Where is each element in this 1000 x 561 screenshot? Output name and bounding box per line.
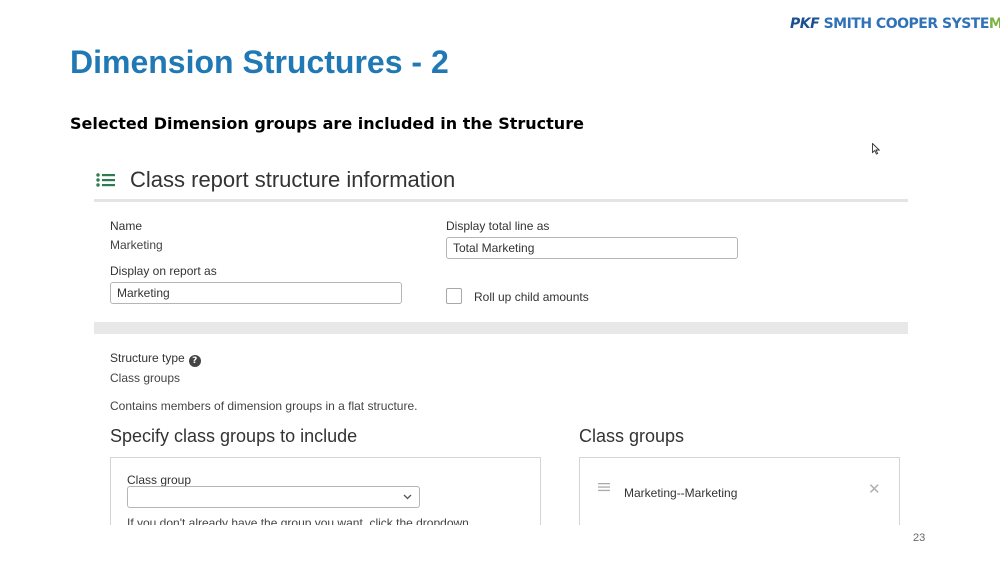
panel-header: Class report structure information xyxy=(96,166,455,194)
panel-title: Class report structure information xyxy=(130,167,456,192)
class-groups-heading: Class groups xyxy=(579,426,685,446)
company-logo: PKF SMITH COOPER SYSTEMS xyxy=(790,16,1000,32)
panel-divider xyxy=(94,199,908,202)
display-total-line-input[interactable] xyxy=(446,237,738,259)
logo-pkf: PKF xyxy=(790,16,820,32)
class-group-label: Class group xyxy=(127,473,192,487)
close-icon[interactable]: ✕ xyxy=(868,482,881,497)
chevron-down-icon xyxy=(403,494,412,500)
class-group-item-label: Marketing--Marketing xyxy=(624,486,738,500)
mouse-cursor-icon xyxy=(872,143,880,155)
structure-type-description: Contains members of dimension groups in … xyxy=(110,399,418,413)
structure-type-value: Class groups xyxy=(110,371,181,385)
class-group-help-text: If you don't already have the group you … xyxy=(127,516,469,525)
class-group-selector-panel: Class group If you don't already have th… xyxy=(110,457,541,525)
roll-up-label: Roll up child amounts xyxy=(474,290,589,304)
section-divider xyxy=(94,322,908,334)
display-on-report-label: Display on report as xyxy=(110,264,217,278)
class-groups-list: Marketing--Marketing ✕ xyxy=(579,457,900,525)
specify-class-groups-heading: Specify class groups to include xyxy=(110,426,358,446)
display-total-line-label: Display total line as xyxy=(446,219,550,233)
question-circle-icon[interactable]: ? xyxy=(188,355,201,367)
logo-company-name: SMITH COOPER SYSTEMS xyxy=(823,16,1000,32)
slide-title: Dimension Structures - 2 xyxy=(70,44,449,80)
page-number: 23 xyxy=(913,532,926,544)
structure-type-label: Structure type? xyxy=(110,351,201,367)
name-label: Name xyxy=(110,219,143,233)
roll-up-checkbox[interactable] xyxy=(446,288,462,304)
name-value: Marketing xyxy=(110,238,163,252)
class-group-select[interactable] xyxy=(127,486,420,508)
list-icon xyxy=(96,173,115,187)
display-on-report-input[interactable] xyxy=(110,282,402,304)
slide-subtitle: Selected Dimension groups are included i… xyxy=(70,114,584,133)
drag-handle-icon[interactable] xyxy=(598,482,610,492)
